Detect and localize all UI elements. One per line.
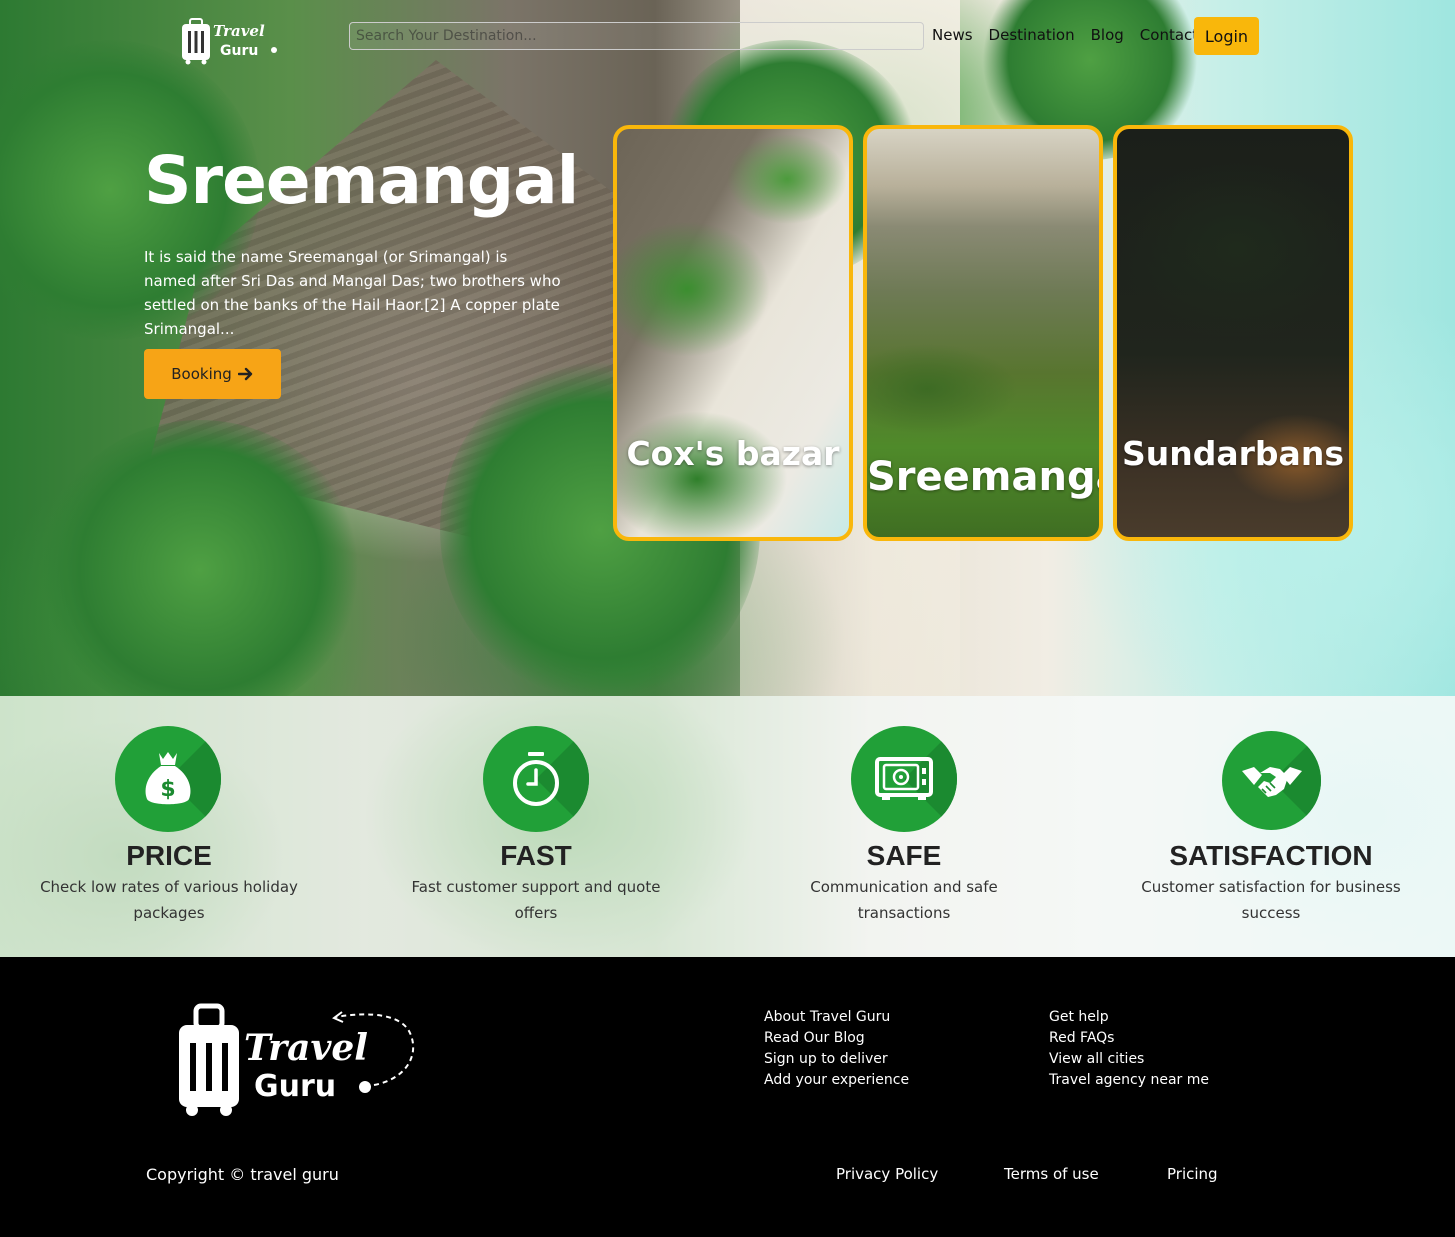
footer-link-agency[interactable]: Travel agency near me — [1049, 1070, 1209, 1091]
footer-logo-text-guru: Guru — [254, 1069, 336, 1104]
nav-links: News Destination Blog Contact — [932, 26, 1198, 44]
hero-title: Sreemangal — [144, 142, 579, 219]
login-button[interactable]: Login — [1194, 17, 1259, 55]
feature-description: Communication and safe transactions — [810, 878, 998, 922]
feature-title: PRICE — [126, 840, 212, 871]
stopwatch-icon — [483, 726, 589, 832]
arrow-right-icon — [237, 367, 252, 381]
destination-card-sundarbans[interactable]: Sundarbans — [1113, 125, 1353, 541]
footer-link-blog[interactable]: Read Our Blog — [764, 1028, 909, 1049]
footer-logo-text-travel: Travel — [244, 1027, 368, 1069]
top-navbar: Travel Guru News Destination Blog Contac… — [0, 0, 1455, 72]
privacy-policy-link[interactable]: Privacy Policy — [836, 1165, 938, 1183]
feature-description: Check low rates of various holiday packa… — [40, 878, 298, 922]
feature-title: SAFE — [866, 840, 942, 871]
search-input[interactable] — [349, 22, 924, 50]
feature-title: FAST — [500, 840, 572, 871]
footer-link-cities[interactable]: View all cities — [1049, 1049, 1209, 1070]
pricing-link[interactable]: Pricing — [1167, 1165, 1218, 1183]
logo-text-guru: Guru — [220, 43, 258, 59]
logo-text-travel: Travel — [213, 22, 265, 40]
footer-link-signup[interactable]: Sign up to deliver — [764, 1049, 909, 1070]
destination-card-title: Sundarbans — [1122, 434, 1344, 473]
svg-text:$: $ — [160, 777, 175, 802]
footer-link-about[interactable]: About Travel Guru — [764, 1007, 909, 1028]
hero-section: Travel Guru News Destination Blog Contac… — [0, 0, 1455, 696]
nav-link-news[interactable]: News — [932, 26, 973, 44]
nav-link-contact[interactable]: Contact — [1140, 26, 1198, 44]
feature-title: SATISFACTION — [1169, 840, 1373, 871]
destination-card-title: Sreemangal — [867, 454, 1099, 500]
footer-link-faqs[interactable]: Red FAQs — [1049, 1028, 1209, 1049]
nav-link-blog[interactable]: Blog — [1091, 26, 1124, 44]
destination-card-title: Cox's bazar — [626, 434, 840, 473]
money-bag-icon: $ — [115, 726, 221, 832]
safe-icon — [851, 726, 957, 832]
copyright-text: Copyright © travel guru — [146, 1165, 339, 1184]
booking-button[interactable]: Booking — [144, 349, 281, 399]
terms-of-use-link[interactable]: Terms of use — [1004, 1165, 1099, 1183]
nav-link-destination[interactable]: Destination — [989, 26, 1075, 44]
feature-description: Customer satisfaction for business succe… — [1141, 878, 1401, 922]
footer-link-help[interactable]: Get help — [1049, 1007, 1209, 1028]
destination-card-sreemangal[interactable]: Sreemangal — [863, 125, 1103, 541]
footer-link-add-experience[interactable]: Add your experience — [764, 1070, 909, 1091]
footer-travel-guru-logo[interactable]: Travel Guru — [176, 1003, 421, 1118]
booking-button-label: Booking — [171, 365, 232, 383]
footer-links-col-2: Get help Red FAQs View all cities Travel… — [1049, 1007, 1209, 1091]
travel-guru-logo[interactable]: Travel Guru — [180, 16, 280, 66]
features-section: $ PRICE Check low rates of various holid… — [0, 696, 1455, 957]
destination-card-coxs-bazar[interactable]: Cox's bazar — [613, 125, 853, 541]
footer: Travel Guru About Travel Guru Read Our B… — [0, 957, 1455, 1237]
footer-links-col-1: About Travel Guru Read Our Blog Sign up … — [764, 1007, 909, 1091]
hero-description: It is said the name Sreemangal (or Srima… — [144, 248, 561, 338]
feature-description: Fast customer support and quote offers — [411, 878, 661, 922]
handshake-icon — [1222, 731, 1321, 830]
